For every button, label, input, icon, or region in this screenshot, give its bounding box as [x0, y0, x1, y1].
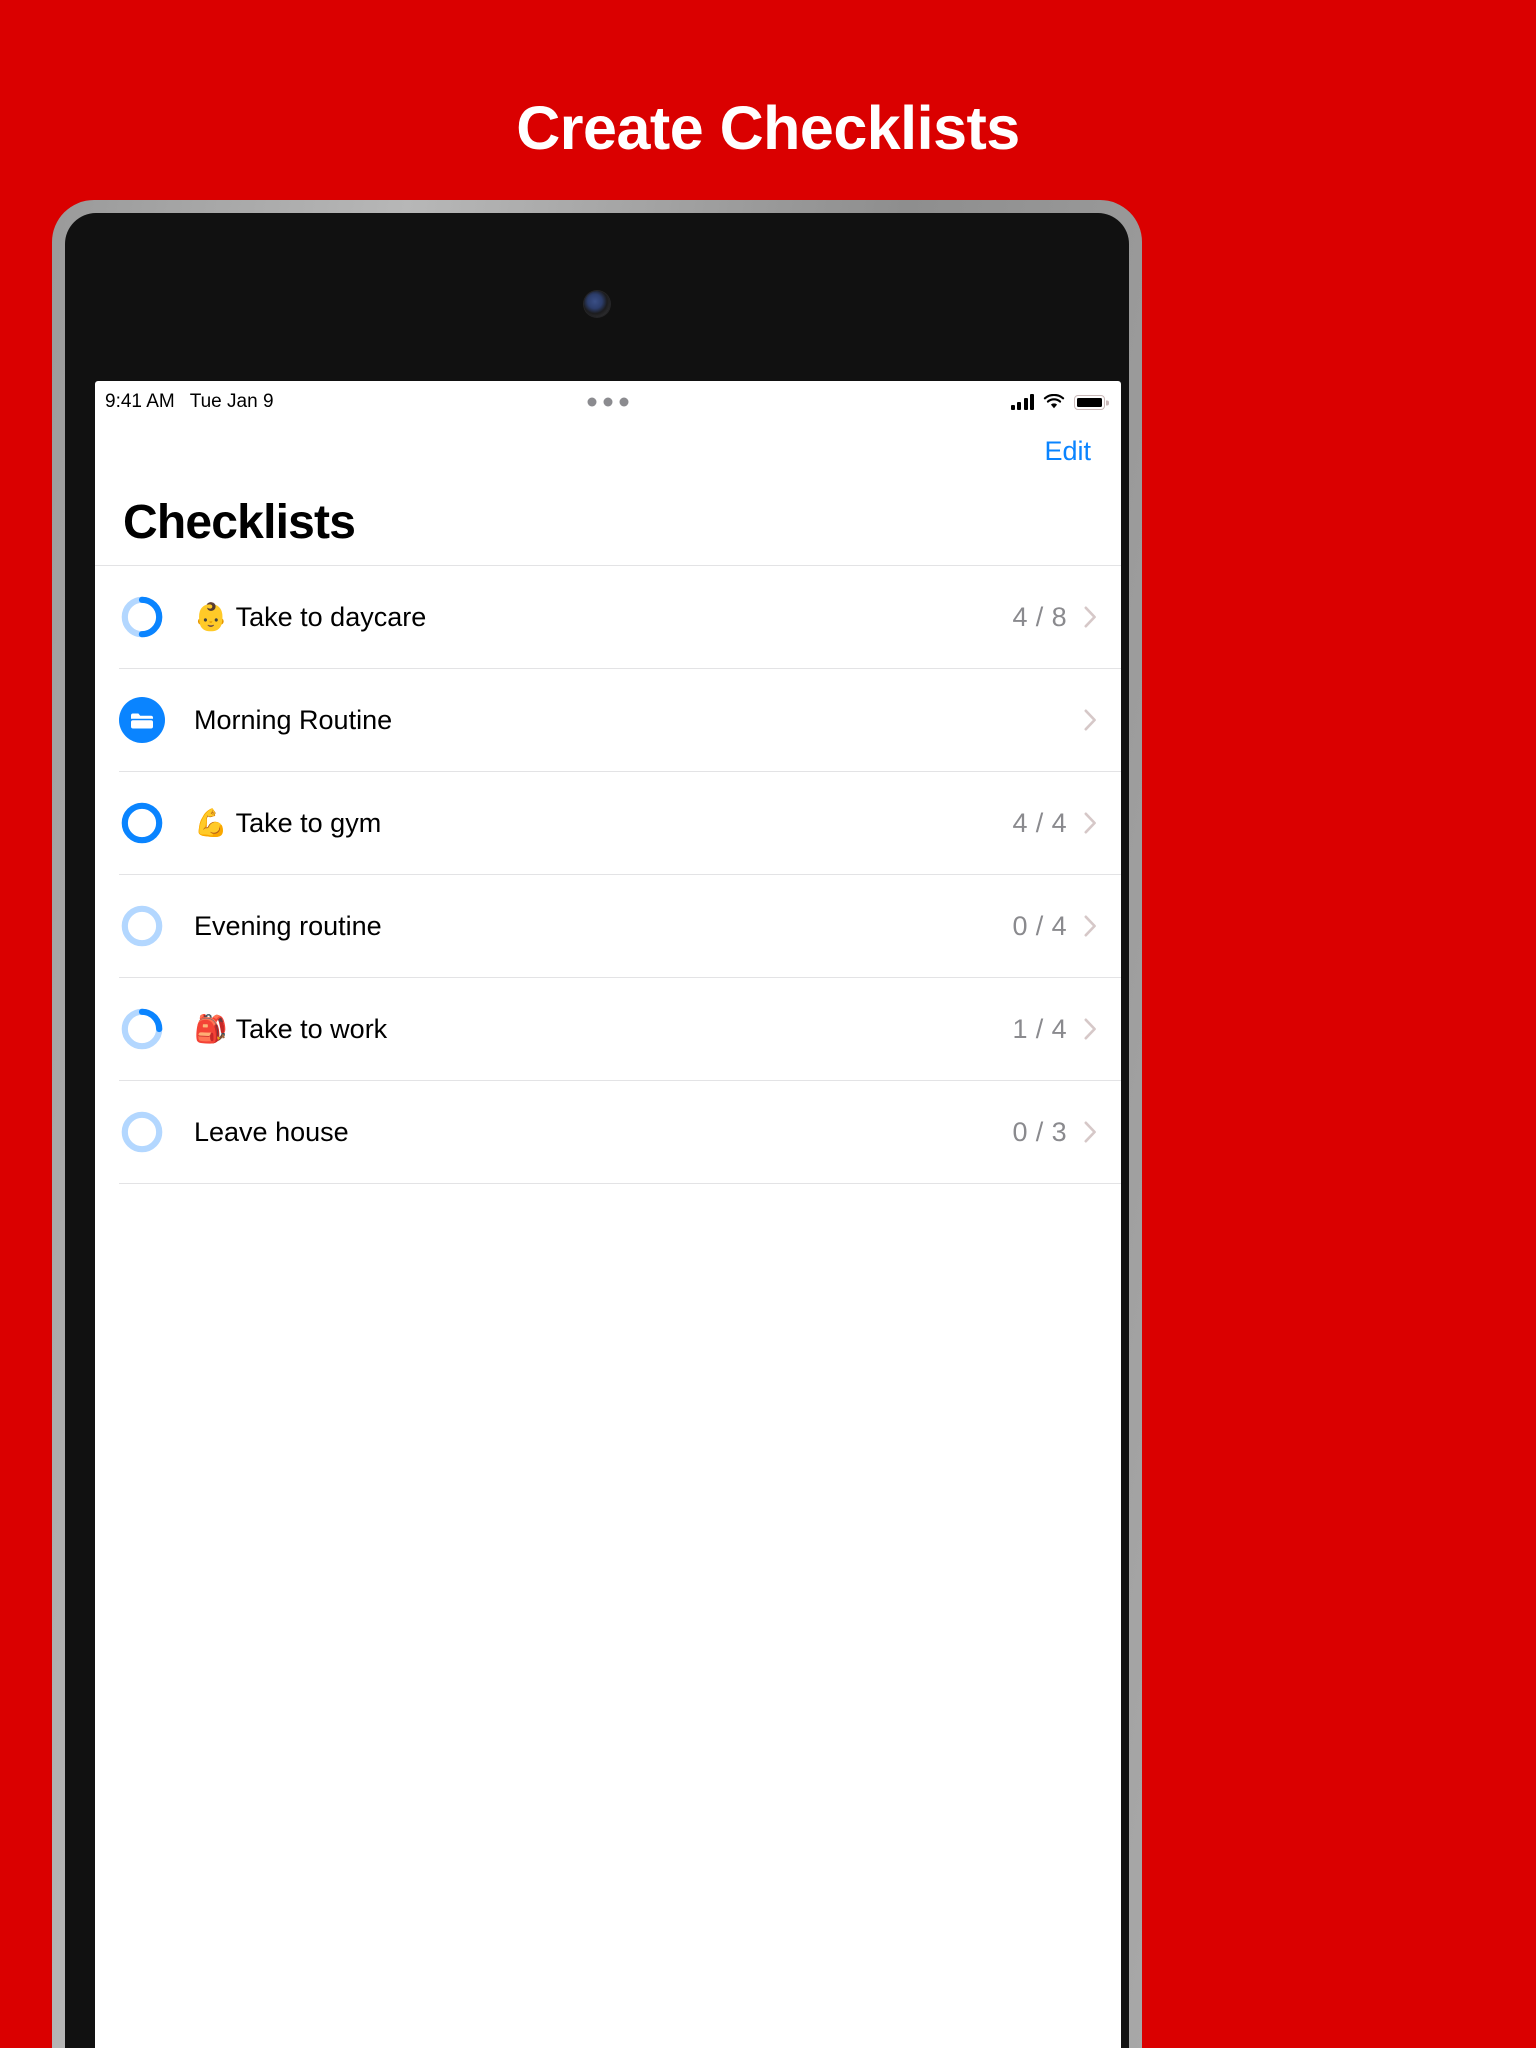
- checklist-row-trailing: 1 / 4: [1012, 1014, 1097, 1045]
- chevron-right-icon[interactable]: [1084, 1018, 1097, 1040]
- checklist-row[interactable]: Evening routine 0 / 4: [119, 875, 1121, 978]
- checklist-row[interactable]: Morning Routine: [119, 669, 1121, 772]
- checklist-progress-count: 4 / 8: [1012, 601, 1067, 632]
- tablet-device-frame: 9:41 AM Tue Jan 9 Edit Checklists 👶 Take…: [52, 200, 1142, 2048]
- checklist-title: Take to daycare: [235, 601, 427, 632]
- edit-button[interactable]: Edit: [1042, 432, 1093, 471]
- bar: [1030, 394, 1034, 410]
- checklist-title: Morning Routine: [194, 704, 393, 735]
- nav-bar: Edit: [95, 423, 1121, 479]
- checklist-emoji: 💪: [194, 807, 228, 838]
- checklist-progress-count: 0 / 4: [1012, 910, 1067, 941]
- checklist-row-label: 💪 Take to gym: [194, 808, 381, 839]
- checklist-row[interactable]: 👶 Take to daycare 4 / 8: [119, 566, 1121, 669]
- checklist-row-label: Morning Routine: [194, 705, 392, 736]
- checklist-list: 👶 Take to daycare 4 / 8 Morning Routine 💪 Tak…: [95, 565, 1121, 1184]
- checklist-row-trailing: 4 / 8: [1012, 602, 1097, 633]
- checklist-progress-count: 0 / 3: [1012, 1116, 1067, 1147]
- checklist-row-trailing: [1084, 709, 1097, 731]
- progress-ring-icon: [119, 594, 165, 640]
- dot: [619, 397, 629, 407]
- signal-bars-icon: [1010, 394, 1034, 410]
- status-bar-left: 9:41 AM Tue Jan 9: [105, 391, 274, 413]
- checklist-row-label: 🎒 Take to work: [194, 1014, 387, 1045]
- checklist-row[interactable]: 💪 Take to gym 4 / 4: [119, 772, 1121, 875]
- status-bar-right: [1010, 393, 1105, 410]
- checklist-progress-count: 4 / 4: [1012, 807, 1067, 838]
- checklist-row[interactable]: Leave house 0 / 3: [119, 1081, 1121, 1184]
- checklist-row-trailing: 4 / 4: [1012, 808, 1097, 839]
- chevron-right-icon[interactable]: [1084, 1121, 1097, 1143]
- checklist-row-label: 👶 Take to daycare: [194, 602, 426, 633]
- folder-icon: [119, 697, 165, 743]
- bar: [1017, 402, 1021, 410]
- wifi-icon: [1043, 393, 1065, 410]
- bar: [1023, 398, 1028, 410]
- checklist-row-trailing: 0 / 4: [1012, 911, 1097, 942]
- three-dots-icon[interactable]: [587, 397, 629, 407]
- checklist-row-label: Leave house: [194, 1117, 349, 1148]
- list-empty-space: [95, 1184, 1121, 2048]
- battery-full-icon: [1074, 395, 1105, 410]
- checklist-row-label: Evening routine: [194, 911, 382, 942]
- progress-ring-icon: [119, 800, 165, 846]
- device-screen: 9:41 AM Tue Jan 9 Edit Checklists 👶 Take…: [65, 213, 1129, 2048]
- checklist-title: Evening routine: [194, 910, 382, 941]
- progress-ring-icon: [119, 903, 165, 949]
- progress-ring-icon: [119, 1006, 165, 1052]
- status-bar: 9:41 AM Tue Jan 9: [95, 381, 1121, 423]
- front-camera-icon: [584, 291, 610, 317]
- dot: [603, 397, 613, 407]
- checklist-progress-count: 1 / 4: [1012, 1013, 1067, 1044]
- checklist-row-trailing: 0 / 3: [1012, 1117, 1097, 1148]
- progress-ring-icon: [119, 1109, 165, 1155]
- checklist-emoji: 🎒: [194, 1013, 228, 1044]
- app-viewport: 9:41 AM Tue Jan 9 Edit Checklists 👶 Take…: [95, 381, 1121, 2048]
- status-bar-date: Tue Jan 9: [189, 391, 274, 412]
- dot: [587, 397, 597, 407]
- chevron-right-icon[interactable]: [1084, 812, 1097, 834]
- checklist-title: Leave house: [194, 1116, 349, 1147]
- battery-level: [1076, 397, 1103, 408]
- chevron-right-icon[interactable]: [1084, 709, 1097, 731]
- status-bar-time: 9:41 AM: [105, 391, 175, 412]
- page-title: Checklists: [123, 495, 356, 549]
- checklist-emoji: 👶: [194, 601, 228, 632]
- chevron-right-icon[interactable]: [1084, 915, 1097, 937]
- chevron-right-icon[interactable]: [1084, 606, 1097, 628]
- bar: [1010, 405, 1015, 410]
- checklist-title: Take to gym: [235, 807, 382, 838]
- checklist-title: Take to work: [235, 1013, 388, 1044]
- checklist-row[interactable]: 🎒 Take to work 1 / 4: [119, 978, 1121, 1081]
